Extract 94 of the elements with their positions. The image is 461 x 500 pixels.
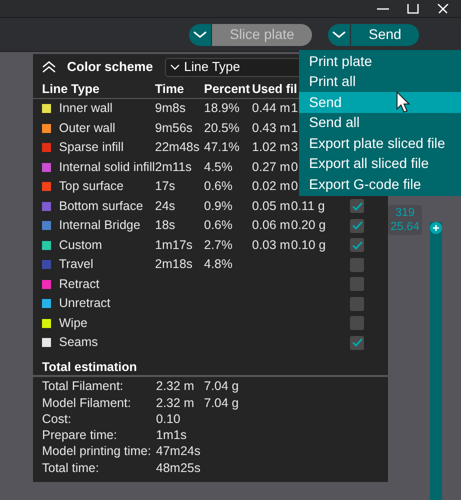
summary-label: Total time: [42,460,100,477]
column-header: Line Type [42,80,100,98]
menu-item[interactable]: Export G-code file [299,174,461,194]
section-title: Total estimation [42,359,137,376]
column-header: Used fil [252,80,296,98]
percent-cell: 0.9% [204,198,232,213]
slider-thumb[interactable] [430,222,442,234]
time-cell: 2m18s [155,257,193,272]
weight-cell: 3 [291,140,298,154]
checkbox[interactable] [350,238,364,252]
line-type-label: Outer wall [59,120,116,137]
length-cell: 0.27 m [252,160,290,174]
percent-cell: 2.7% [204,238,232,252]
menu-item[interactable]: Send all [299,112,461,133]
line-type-label: Internal Bridge [59,217,140,234]
length-cell: 0.44 m [252,101,290,116]
percent-cell: 0.6% [204,218,232,232]
menu-item[interactable]: Export all sliced file [299,154,461,174]
time-cell: 24s [155,198,176,213]
line-type-label: Retract [59,276,100,293]
line-type-label: Top surface [59,178,124,196]
checkbox[interactable] [350,296,364,311]
percent-cell: 20.5% [204,120,240,135]
percent-cell: 0.6% [204,179,232,194]
dropdown-toggle[interactable] [189,24,211,46]
time-cell: 2m11s [155,160,192,174]
percent-cell: 4.8% [204,257,232,272]
line-type-label: Inner wall [59,100,112,118]
length-cell: 0.02 m [252,179,290,194]
toolbar-button[interactable]: Send [351,24,419,46]
summary-value: 2.32 m [156,378,196,396]
line-type-label: Seams [59,334,98,352]
summary-value: 2.32 m [156,394,196,412]
weight-cell: 0 [291,160,298,174]
line-type-label: Unretract [59,295,110,312]
summary-label: Model printing time: [42,443,152,460]
column-header: Percent [204,80,251,98]
layer-slider[interactable] [430,222,442,500]
checkbox[interactable] [350,258,364,272]
line-type-label: Sparse infill [59,139,124,156]
percent-cell: 18.9% [204,101,240,116]
collapse-icon[interactable] [42,61,56,73]
minimize-icon[interactable] [377,6,389,10]
weight-cell: 0.20 g [291,218,326,232]
summary-value: 1m1s [156,427,188,444]
weight-cell: 0.11 g [291,198,325,213]
percent-cell: 47.1% [204,140,240,154]
time-cell: 1m17s [155,238,193,252]
maximize-icon[interactable] [407,4,419,14]
line-type-label: Custom [59,236,102,254]
summary-value: 7.04 g [204,378,240,396]
weight-cell: 1 [291,120,298,135]
line-type-label: Bottom surface [59,198,144,215]
summary-value: 7.04 g [204,394,240,412]
weight-cell: 0.10 g [291,238,326,252]
summary-value: 0.10 [156,410,182,428]
checkbox[interactable] [350,336,364,350]
length-cell: 0.43 m [252,120,290,135]
menu-item[interactable]: Export plate sliced file [299,133,461,154]
chevron-down-icon [193,30,207,38]
mouse-cursor-icon [396,91,410,113]
layer-value: 319 [395,206,415,220]
summary-value: 48m25s [156,460,202,477]
time-cell: 9m8s [155,101,186,116]
length-cell: 0.06 m [252,218,290,232]
line-type-label: Travel [59,256,94,274]
weight-cell: 0 [291,179,298,194]
summary-label: Prepare time: [42,427,118,444]
chevron-down-icon [332,30,346,38]
length-cell: 1.02 m [252,140,290,154]
time-cell: 9m56s [155,120,193,135]
time-cell: 18s [155,218,176,232]
summary-value: 47m24s [156,443,202,460]
length-cell: 0.05 m [252,198,290,213]
column-header: Time [155,80,185,98]
line-type-label: Wipe [59,314,88,332]
dropdown-toggle[interactable] [328,24,350,46]
time-cell: 17s [155,179,176,194]
summary-label: Cost: [42,410,72,428]
line-type-label: Internal solid infill [59,158,155,176]
checkbox[interactable] [350,316,364,330]
checkbox[interactable] [350,199,364,214]
section-title: Color scheme [67,58,153,76]
time-cell: 22m48s [155,140,200,154]
layer-value: 25.64 [390,220,420,234]
weight-cell: 1 [291,101,298,116]
close-icon[interactable] [437,4,449,14]
length-cell: 0.03 m [252,238,290,252]
summary-label: Total Filament: [42,378,124,396]
checkbox[interactable] [350,218,364,233]
chevron-down-icon [170,64,180,70]
checkbox[interactable] [350,277,364,292]
summary-label: Model Filament: [42,394,132,412]
percent-cell: 4.5% [204,160,232,174]
